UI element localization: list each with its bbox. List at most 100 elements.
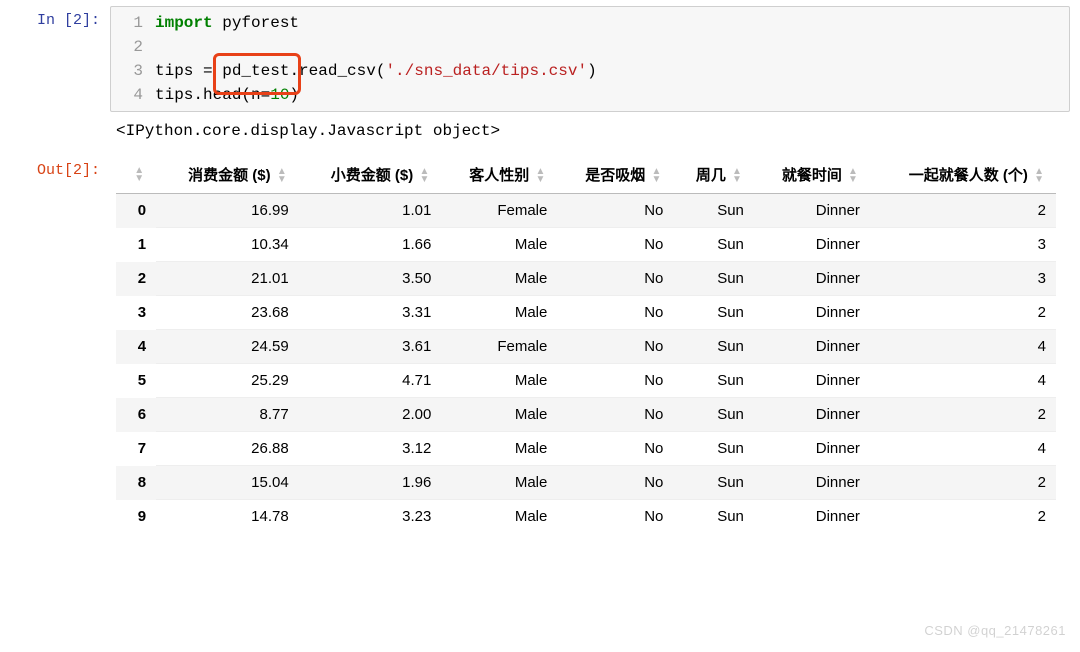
cell: Dinner bbox=[754, 194, 870, 228]
cell: 1.01 bbox=[299, 194, 442, 228]
cell: 15.04 bbox=[156, 466, 299, 500]
column-header[interactable]: 小费金额 ($) ▲▼ bbox=[299, 156, 442, 194]
cell: 4 bbox=[870, 432, 1056, 466]
table-row: 815.041.96MaleNoSunDinner2 bbox=[116, 466, 1056, 500]
cell: 3.31 bbox=[299, 296, 442, 330]
cell: No bbox=[557, 228, 673, 262]
code-number: 10 bbox=[270, 86, 289, 104]
cell: 24.59 bbox=[156, 330, 299, 364]
cell: No bbox=[557, 432, 673, 466]
cell: 2 bbox=[870, 398, 1056, 432]
sort-icon[interactable]: ▲▼ bbox=[732, 168, 742, 184]
table-row: 110.341.66MaleNoSunDinner3 bbox=[116, 228, 1056, 262]
row-index: 7 bbox=[116, 432, 156, 466]
cell: 2 bbox=[870, 296, 1056, 330]
cell: Dinner bbox=[754, 330, 870, 364]
column-header[interactable]: 是否吸烟 ▲▼ bbox=[557, 156, 673, 194]
cell: 21.01 bbox=[156, 262, 299, 296]
table-row: 726.883.12MaleNoSunDinner4 bbox=[116, 432, 1056, 466]
cell: No bbox=[557, 194, 673, 228]
table-row: 016.991.01FemaleNoSunDinner2 bbox=[116, 194, 1056, 228]
table-row: 221.013.50MaleNoSunDinner3 bbox=[116, 262, 1056, 296]
sort-icon[interactable]: ▲▼ bbox=[848, 168, 858, 184]
watermark: CSDN @qq_21478261 bbox=[924, 623, 1066, 638]
sort-icon[interactable]: ▲▼ bbox=[134, 167, 144, 183]
cell: Male bbox=[441, 398, 557, 432]
cell: 1.66 bbox=[299, 228, 442, 262]
cell: Dinner bbox=[754, 364, 870, 398]
row-index: 9 bbox=[116, 500, 156, 534]
cell: No bbox=[557, 466, 673, 500]
table-row: 914.783.23MaleNoSunDinner2 bbox=[116, 500, 1056, 534]
row-index: 2 bbox=[116, 262, 156, 296]
cell: 4.71 bbox=[299, 364, 442, 398]
table-row: 323.683.31MaleNoSunDinner2 bbox=[116, 296, 1056, 330]
cell: Female bbox=[441, 194, 557, 228]
dataframe-output: ▲▼消费金额 ($) ▲▼小费金额 ($) ▲▼客人性别 ▲▼是否吸烟 ▲▼周几… bbox=[110, 156, 1070, 533]
output-cell: Out[2]: ▲▼消费金额 ($) ▲▼小费金额 ($) ▲▼客人性别 ▲▼是… bbox=[10, 156, 1070, 533]
row-index: 1 bbox=[116, 228, 156, 262]
cell: No bbox=[557, 330, 673, 364]
cell: 2 bbox=[870, 194, 1056, 228]
cell: 3 bbox=[870, 228, 1056, 262]
cell: 1.96 bbox=[299, 466, 442, 500]
row-index: 4 bbox=[116, 330, 156, 364]
row-index: 5 bbox=[116, 364, 156, 398]
table-row: 525.294.71MaleNoSunDinner4 bbox=[116, 364, 1056, 398]
cell: Dinner bbox=[754, 228, 870, 262]
cell: Sun bbox=[673, 364, 754, 398]
cell: 4 bbox=[870, 330, 1056, 364]
cell: 10.34 bbox=[156, 228, 299, 262]
cell: Sun bbox=[673, 262, 754, 296]
cell: 23.68 bbox=[156, 296, 299, 330]
cell: Male bbox=[441, 262, 557, 296]
sort-icon[interactable]: ▲▼ bbox=[419, 168, 429, 184]
column-header[interactable]: 就餐时间 ▲▼ bbox=[754, 156, 870, 194]
column-header[interactable]: 消费金额 ($) ▲▼ bbox=[156, 156, 299, 194]
input-prompt: In [2]: bbox=[10, 6, 110, 29]
row-index: 6 bbox=[116, 398, 156, 432]
table-row: 424.593.61FemaleNoSunDinner4 bbox=[116, 330, 1056, 364]
notebook: In [2]: 1 import pyforest 2 3 tips = pd_… bbox=[0, 0, 1080, 559]
cell: 14.78 bbox=[156, 500, 299, 534]
code-text: tips.head(n= bbox=[155, 86, 270, 104]
row-index: 8 bbox=[116, 466, 156, 500]
cell: 3.61 bbox=[299, 330, 442, 364]
sort-icon[interactable]: ▲▼ bbox=[535, 168, 545, 184]
display-object: <IPython.core.display.Javascript object> bbox=[110, 118, 1070, 150]
cell: 3 bbox=[870, 262, 1056, 296]
code-text: ) bbox=[289, 86, 299, 104]
line-number: 4 bbox=[117, 83, 155, 107]
cell: Sun bbox=[673, 330, 754, 364]
cell: Sun bbox=[673, 500, 754, 534]
cell: No bbox=[557, 262, 673, 296]
cell: Female bbox=[441, 330, 557, 364]
cell: 2 bbox=[870, 500, 1056, 534]
sort-icon[interactable]: ▲▼ bbox=[651, 168, 661, 184]
cell: Dinner bbox=[754, 432, 870, 466]
sort-icon[interactable]: ▲▼ bbox=[1034, 168, 1044, 184]
cell: No bbox=[557, 296, 673, 330]
text-output-cell: <IPython.core.display.Javascript object> bbox=[10, 118, 1070, 150]
cell: Male bbox=[441, 364, 557, 398]
cell: Male bbox=[441, 500, 557, 534]
code-string: './sns_data/tips.csv' bbox=[385, 62, 587, 80]
column-header[interactable]: 一起就餐人数 (个) ▲▼ bbox=[870, 156, 1056, 194]
cell: No bbox=[557, 364, 673, 398]
column-header[interactable]: 周几 ▲▼ bbox=[673, 156, 754, 194]
cell: Dinner bbox=[754, 262, 870, 296]
index-header[interactable]: ▲▼ bbox=[116, 156, 156, 194]
cell: 3.12 bbox=[299, 432, 442, 466]
table-row: 68.772.00MaleNoSunDinner2 bbox=[116, 398, 1056, 432]
cell: Male bbox=[441, 296, 557, 330]
cell: Male bbox=[441, 432, 557, 466]
code-area[interactable]: 1 import pyforest 2 3 tips = pd_test.rea… bbox=[110, 6, 1070, 112]
cell: Sun bbox=[673, 466, 754, 500]
cell: Dinner bbox=[754, 398, 870, 432]
code-text: pyforest bbox=[213, 14, 299, 32]
column-header[interactable]: 客人性别 ▲▼ bbox=[441, 156, 557, 194]
code-identifier: pd_test bbox=[222, 62, 289, 80]
cell: Sun bbox=[673, 296, 754, 330]
sort-icon[interactable]: ▲▼ bbox=[277, 168, 287, 184]
code-text: tips = bbox=[155, 62, 222, 80]
